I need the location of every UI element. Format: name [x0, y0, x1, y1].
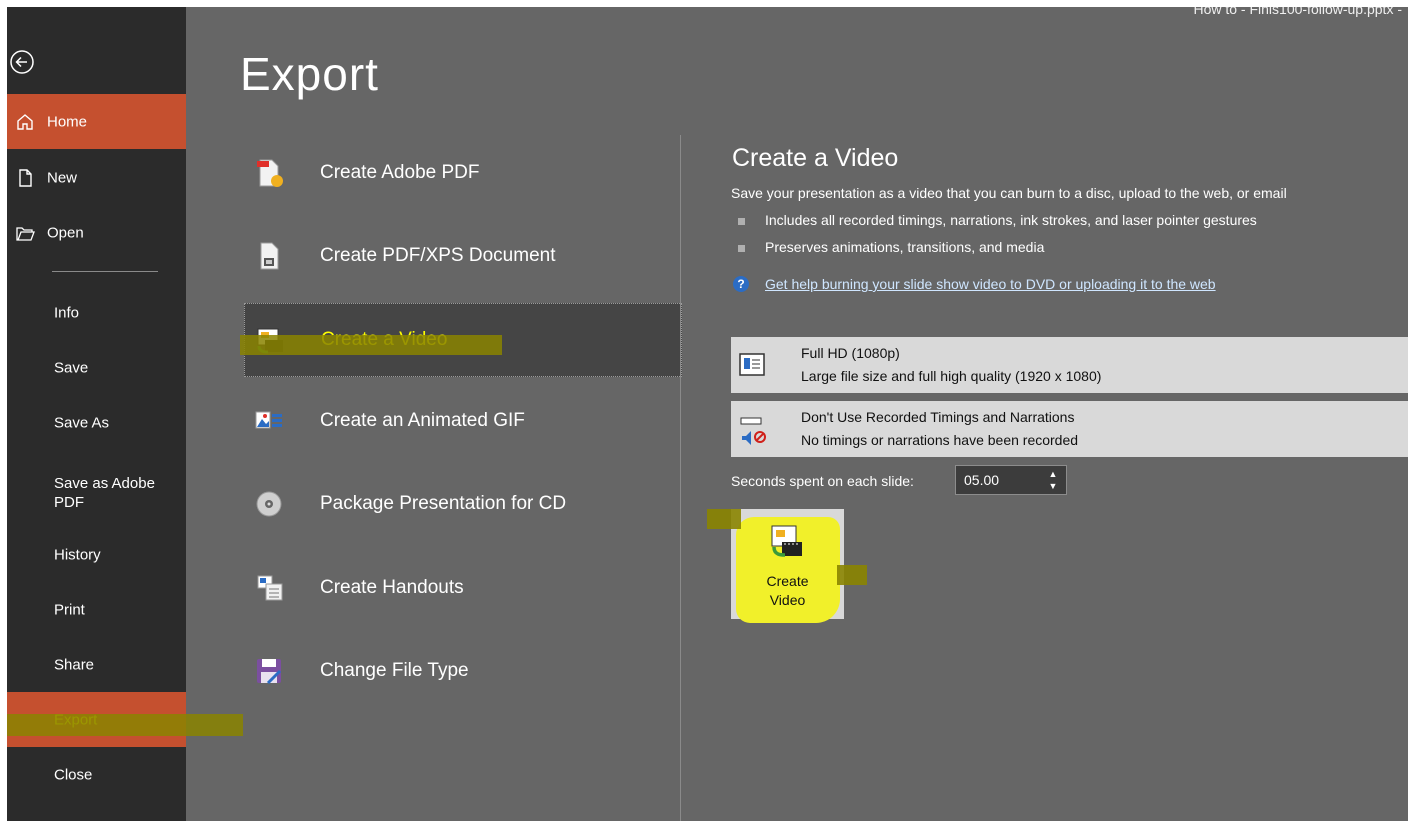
button-line: Video [769, 592, 806, 608]
back-arrow-icon[interactable] [9, 49, 35, 75]
help-link[interactable]: Get help burning your slide show video t… [765, 276, 1216, 292]
sidebar-item-label: Save As [54, 414, 110, 431]
save-file-icon [254, 655, 284, 687]
bullet-square-icon [738, 244, 745, 252]
sidebar-divider [52, 271, 158, 272]
video-quality-dropdown[interactable]: Full HD (1080p) Large file size and full… [731, 337, 1408, 393]
bullet-square-icon [738, 217, 745, 225]
window-title: How to - Finis100-follow-up.pptx - [1193, 7, 1402, 17]
sidebar-item-info[interactable]: Info [7, 285, 186, 340]
cd-icon [254, 488, 284, 520]
new-document-icon [15, 168, 35, 188]
details-description: Save your presentation as a video that y… [731, 185, 1287, 201]
option-change-file-type[interactable]: Change File Type [244, 635, 680, 707]
sidebar-item-label: Open [47, 224, 84, 241]
option-create-pdf-xps[interactable]: Create PDF/XPS Document [244, 220, 680, 292]
dropdown-title: Full HD (1080p) [801, 345, 900, 361]
sidebar-item-open[interactable]: Open [7, 205, 186, 260]
sidebar-item-label: Close [54, 766, 93, 783]
bullet-item: Preserves animations, transitions, and m… [738, 239, 1044, 255]
sidebar-item-print[interactable]: Print [7, 582, 186, 637]
highlighter-mark [240, 335, 502, 355]
dropdown-subtitle: Large file size and full high quality (1… [801, 368, 1102, 384]
seconds-stepper[interactable]: ▲ ▼ [955, 465, 1067, 495]
option-create-handouts[interactable]: Create Handouts [244, 552, 680, 624]
option-label: Package Presentation for CD [320, 493, 567, 514]
option-label: Create an Animated GIF [320, 410, 525, 431]
highlighter-mark [7, 714, 243, 736]
highlighter-mark [837, 565, 867, 585]
sidebar-item-label: Save [54, 359, 89, 376]
pane-divider [680, 135, 681, 821]
dropdown-title: Don't Use Recorded Timings and Narration… [801, 409, 1075, 425]
home-icon [15, 112, 35, 132]
option-package-for-cd[interactable]: Package Presentation for CD [244, 468, 680, 540]
video-icon [769, 523, 805, 563]
option-create-adobe-pdf[interactable]: Create Adobe PDF [244, 137, 680, 209]
bullet-text: Includes all recorded timings, narration… [765, 212, 1257, 228]
backstage-sidebar: Home New Open Info Save Save As Save as … [7, 7, 186, 821]
sidebar-item-label: Save as Adobe PDF [54, 475, 155, 511]
adobe-pdf-icon [254, 157, 284, 189]
help-link-row[interactable]: ? Get help burning your slide show video … [733, 275, 1216, 293]
slide-quality-icon [739, 352, 765, 378]
open-folder-icon [15, 223, 35, 243]
bullet-text: Preserves animations, transitions, and m… [765, 239, 1045, 255]
sidebar-item-share[interactable]: Share [7, 637, 186, 692]
animated-gif-icon [254, 405, 284, 437]
sidebar-item-save-as-adobe-pdf[interactable]: Save as Adobe PDF [7, 458, 186, 528]
option-label: Create Handouts [320, 577, 464, 598]
sidebar-item-new[interactable]: New [7, 150, 186, 205]
dropdown-subtitle: No timings or narrations have been recor… [801, 432, 1079, 448]
sidebar-item-history[interactable]: History [7, 527, 186, 582]
option-create-animated-gif[interactable]: Create an Animated GIF [244, 385, 680, 457]
sidebar-item-label: Info [54, 304, 80, 321]
button-line: Create [766, 573, 809, 589]
sidebar-item-label: Share [54, 656, 95, 673]
highlighter-mark [707, 509, 741, 529]
seconds-label: Seconds spent on each slide: [731, 473, 914, 489]
sidebar-item-save-as[interactable]: Save As [7, 395, 186, 450]
pdf-xps-icon [254, 240, 284, 272]
create-video-label: Create Video [731, 572, 844, 610]
sidebar-item-label: History [54, 546, 101, 563]
no-narration-icon [739, 416, 766, 445]
create-video-button[interactable]: Create Video [707, 509, 867, 623]
sidebar-item-label: New [47, 169, 78, 186]
option-label: Create Adobe PDF [320, 162, 480, 183]
sidebar-item-close[interactable]: Close [7, 747, 186, 802]
seconds-input[interactable] [962, 470, 1036, 490]
handouts-icon [254, 572, 284, 604]
backstage-view: How to - Finis100-follow-up.pptx - Home … [7, 7, 1408, 821]
details-title: Create a Video [732, 144, 899, 172]
stepper-down-icon[interactable]: ▼ [1046, 480, 1060, 492]
option-label: Change File Type [320, 660, 469, 681]
stepper-up-icon[interactable]: ▲ [1046, 468, 1060, 480]
bullet-item: Includes all recorded timings, narration… [738, 212, 1257, 228]
sidebar-item-label: Print [54, 601, 85, 618]
timings-dropdown[interactable]: Don't Use Recorded Timings and Narration… [731, 401, 1408, 457]
sidebar-item-save[interactable]: Save [7, 340, 186, 395]
help-question-icon: ? [733, 275, 749, 292]
sidebar-item-label: Home [47, 113, 88, 130]
page-title: Export [240, 48, 379, 100]
sidebar-item-home[interactable]: Home [7, 94, 186, 149]
option-label: Create PDF/XPS Document [320, 245, 556, 266]
